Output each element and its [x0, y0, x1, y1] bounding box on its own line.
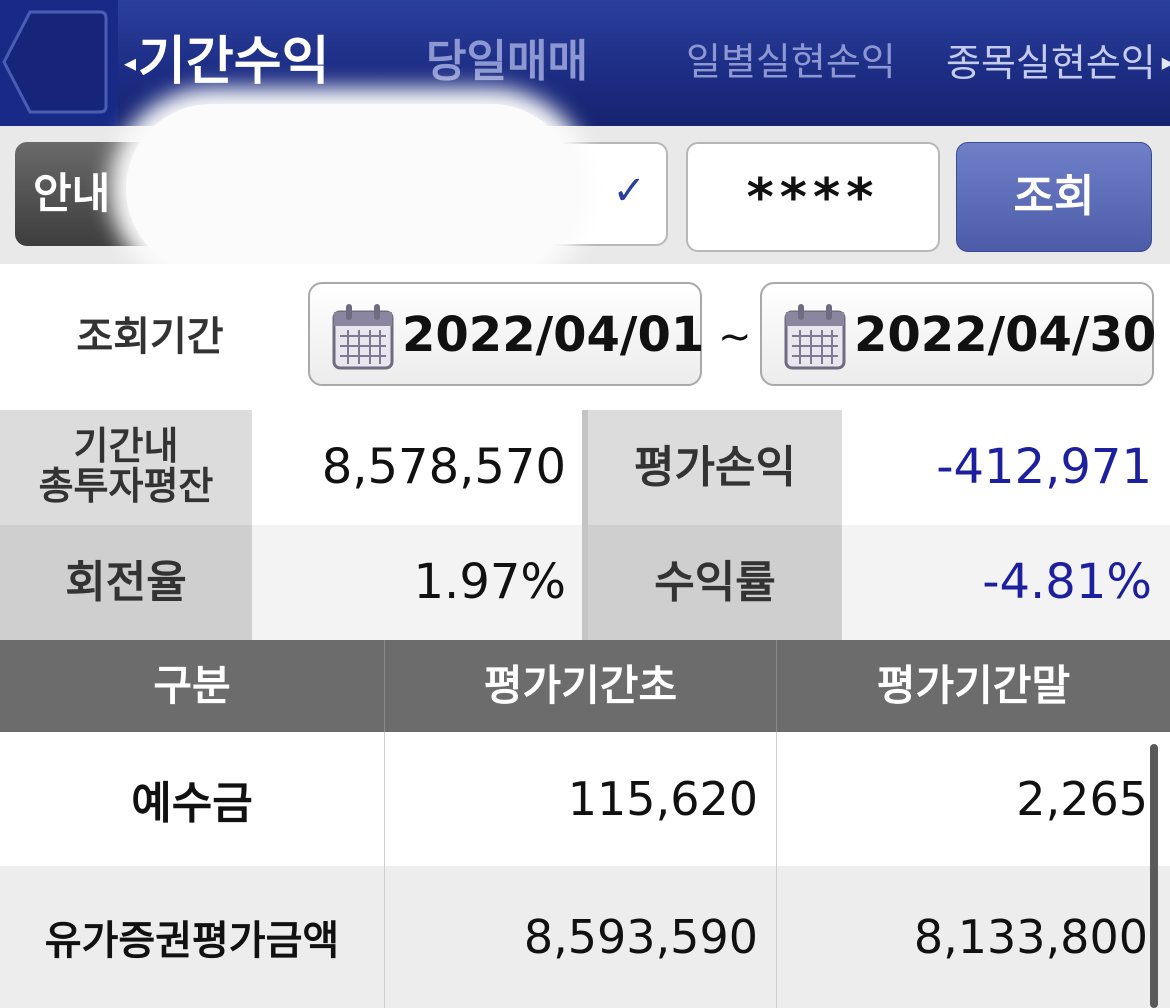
avg-invest-label: 기간내 총투자평잔 — [0, 410, 252, 525]
row-name: 유가증권평가금액 — [44, 918, 340, 964]
end-date-value: 2022/04/30 — [854, 307, 1157, 363]
column-divider — [582, 410, 588, 640]
query-button[interactable]: 조회 — [956, 142, 1152, 252]
period-label: 조회기간 — [76, 314, 224, 360]
back-button[interactable] — [0, 0, 118, 126]
row-start-value: 8,593,590 — [384, 866, 776, 1008]
tab-label: 종목실현손익 — [946, 41, 1156, 85]
start-date-value: 2022/04/01 — [402, 307, 705, 363]
calendar-icon — [784, 304, 846, 370]
eval-pl-label: 평가손익 — [588, 410, 842, 525]
row-name: 예수금 — [131, 778, 253, 829]
column-header-period-end: 평가기간말 — [776, 640, 1170, 732]
date-separator: ~ — [718, 314, 752, 360]
row-start-value: 115,620 — [384, 732, 776, 866]
next-tab-arrow-icon[interactable]: ▸ — [1162, 48, 1170, 76]
tab-label: 당일매매 — [426, 36, 588, 87]
calendar-icon — [332, 304, 394, 370]
avg-invest-label-line2: 총투자평잔 — [38, 464, 214, 508]
password-field[interactable]: **** — [686, 142, 940, 252]
end-date-picker[interactable]: 2022/04/30 — [760, 282, 1157, 386]
tab-label: 일별실현손익 — [686, 40, 896, 84]
avg-invest-label-line1: 기간내 — [73, 424, 179, 468]
table-row: 유가증권평가금액 8,593,590 8,133,800 — [0, 866, 1170, 1008]
row-end-value: 2,265 — [776, 732, 1170, 866]
turnover-label: 회전율 — [0, 525, 252, 640]
return-label: 수익률 — [588, 525, 842, 640]
table-header: 구분 평가기간초 평가기간말 — [0, 640, 1170, 732]
row-end-value: 8,133,800 — [776, 866, 1170, 1008]
return-value: -4.81% — [842, 525, 1170, 640]
chevron-down-icon: ✓ — [612, 168, 646, 214]
tab-stock-realized-pl[interactable]: 종목실현손익 ▸ — [946, 0, 1170, 126]
period-row: 조회기간 2022/04/01 ~ 2022/04/30 — [0, 264, 1170, 410]
avg-invest-value: 8,578,570 — [252, 410, 582, 525]
summary-grid: 기간내 총투자평잔 8,578,570 평가손익 -412,971 회전율 1.… — [0, 410, 1170, 640]
scrollbar[interactable] — [1150, 744, 1158, 1008]
top-tab-bar: ◂기간수익 당일매매 일별실현손익 종목실현손익 ▸ — [0, 0, 1170, 126]
turnover-value: 1.97% — [252, 525, 582, 640]
tab-daily-realized-pl[interactable]: 일별실현손익 — [686, 0, 896, 126]
tab-label: 기간수익 — [138, 32, 330, 92]
start-date-picker[interactable]: 2022/04/01 — [308, 282, 705, 386]
prev-tab-arrow-icon[interactable]: ◂ — [124, 49, 136, 77]
column-header-period-start: 평가기간초 — [384, 640, 776, 732]
eval-pl-value: -412,971 — [842, 410, 1170, 525]
column-header-category: 구분 — [153, 661, 231, 710]
redaction-blur — [126, 104, 576, 274]
back-arrow-icon — [2, 10, 108, 114]
table-row: 예수금 115,620 2,265 — [0, 732, 1170, 866]
